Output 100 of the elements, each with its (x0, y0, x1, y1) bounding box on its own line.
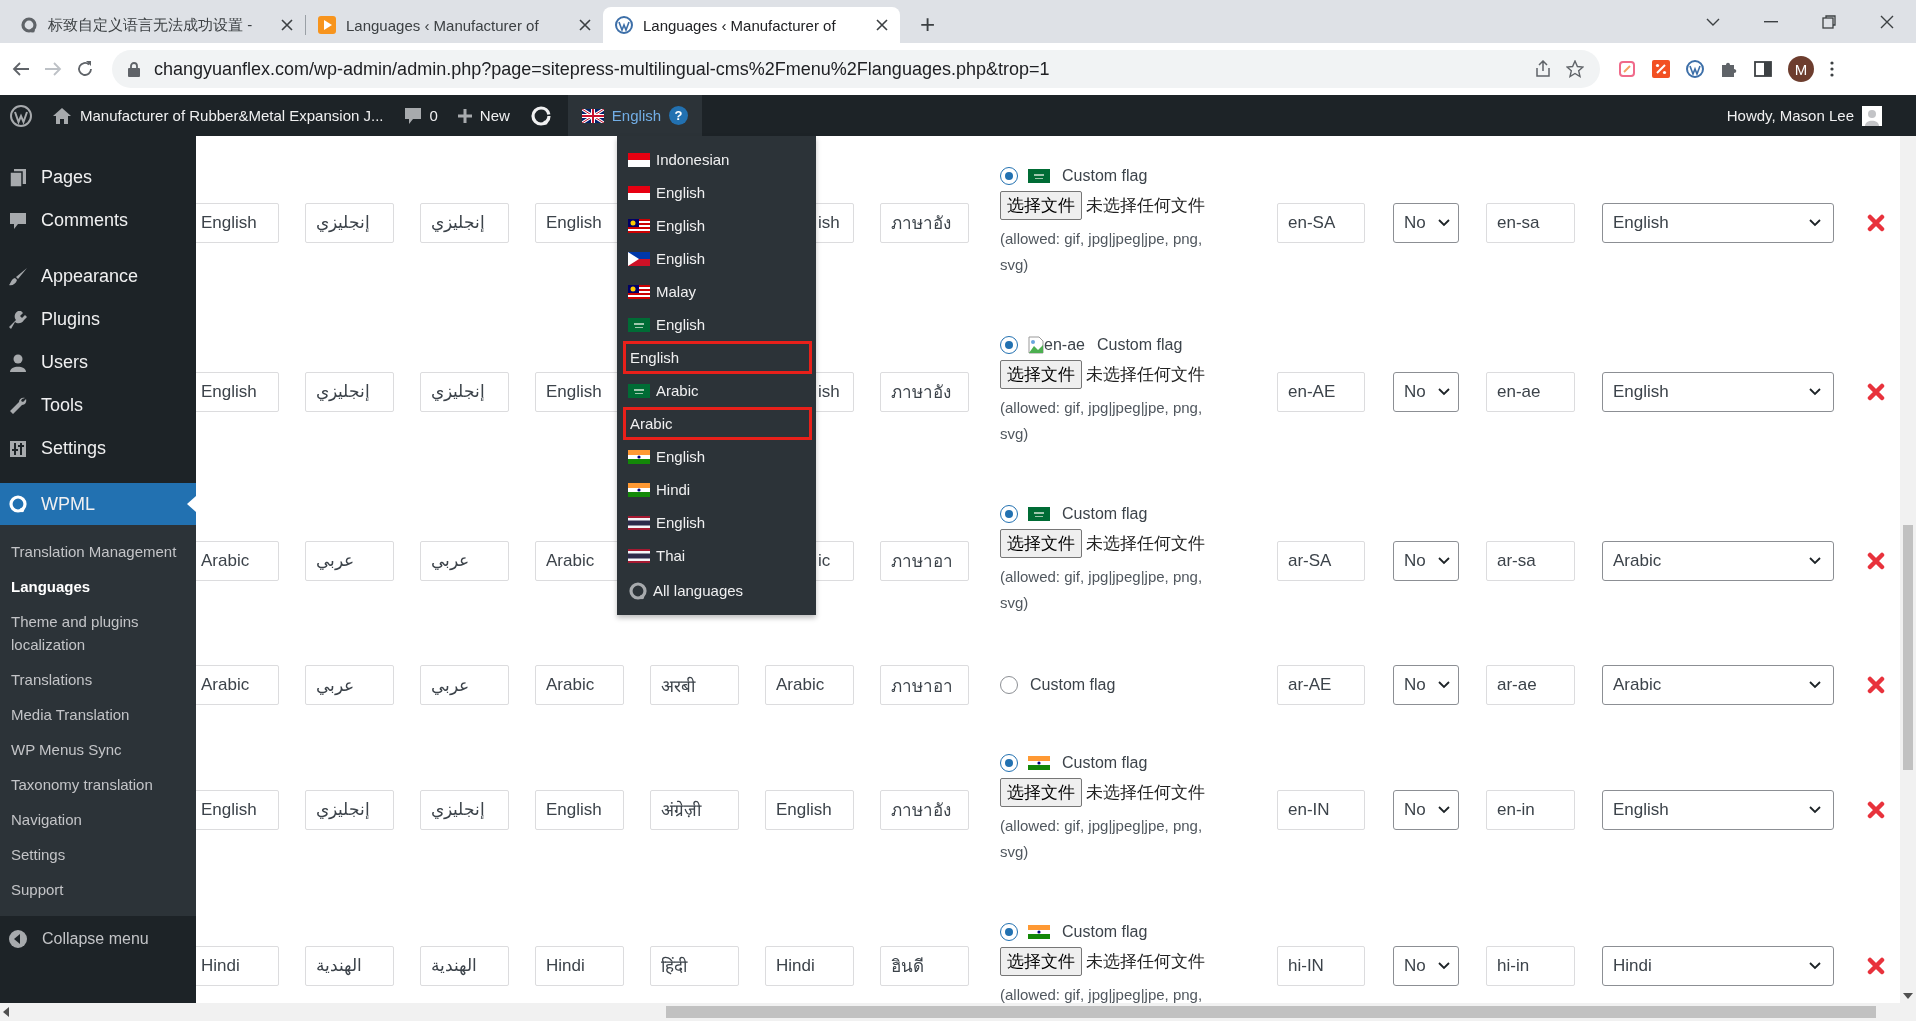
avatar-icon[interactable] (1862, 105, 1882, 126)
menu-item[interactable]: Settings (0, 427, 196, 470)
text-field[interactable]: إنجليزي (420, 789, 509, 830)
menu-item[interactable]: Tools (0, 384, 196, 427)
select-field[interactable]: No (1393, 371, 1459, 412)
text-field[interactable]: إنجليزي (305, 202, 394, 243)
text-field[interactable]: hi-in (1486, 945, 1575, 986)
delete-icon[interactable] (1867, 382, 1885, 401)
text-field[interactable]: Arabic (535, 665, 624, 705)
select-field[interactable]: Arabic (1602, 540, 1834, 581)
text-field[interactable]: عربي (305, 540, 394, 581)
text-field[interactable]: hi-IN (1277, 945, 1365, 986)
radio-button[interactable] (1000, 167, 1018, 185)
text-field[interactable]: ภาษาอา (880, 665, 969, 705)
choose-file-button[interactable]: 选择文件 (1000, 947, 1082, 976)
site-logo-icon[interactable] (10, 104, 32, 127)
submenu-item[interactable]: Languages (0, 569, 196, 604)
select-field[interactable]: No (1393, 945, 1459, 986)
home-icon[interactable] (52, 106, 72, 125)
radio-button[interactable] (1000, 336, 1018, 354)
choose-file-button[interactable]: 选择文件 (1000, 529, 1082, 558)
menu-item[interactable]: Users (0, 341, 196, 384)
vertical-scrollbar[interactable] (1900, 136, 1916, 1003)
language-menu-item[interactable]: English (617, 506, 816, 539)
language-menu-item[interactable]: English (617, 242, 816, 275)
text-field[interactable]: English (196, 202, 279, 243)
text-field[interactable]: عربي (420, 665, 509, 705)
plus-icon[interactable] (457, 108, 472, 123)
text-field[interactable]: إنجليزي (420, 202, 509, 243)
text-field[interactable]: عربي (305, 665, 394, 705)
site-logo-icon[interactable] (1686, 60, 1704, 78)
submenu-item[interactable]: Theme and plugins localization (0, 604, 196, 662)
text-field[interactable]: Hindi (535, 945, 624, 986)
text-field[interactable]: إنجليزي (305, 789, 394, 830)
select-field[interactable]: English (1602, 371, 1834, 412)
menu-item[interactable]: Comments (0, 199, 196, 242)
text-field[interactable]: ภาษาอัง (880, 789, 969, 830)
text-field[interactable]: en-ae (1486, 371, 1575, 412)
text-field[interactable]: ภาษาอัง (880, 371, 969, 412)
text-field[interactable]: en-in (1486, 789, 1575, 830)
submenu-item[interactable]: Translations (0, 662, 196, 697)
text-field[interactable]: English (765, 789, 854, 830)
text-field[interactable]: en-AE (1277, 371, 1365, 412)
select-field[interactable]: Arabic (1602, 665, 1834, 705)
restore-icon[interactable] (1822, 14, 1836, 29)
delete-icon[interactable] (1867, 800, 1885, 819)
speech-bubble-icon[interactable] (403, 106, 422, 125)
radio-button[interactable] (1000, 754, 1018, 772)
select-field[interactable]: No (1393, 202, 1459, 243)
radio-button[interactable] (1000, 676, 1018, 694)
text-field[interactable]: अंग्रेज़ी (650, 789, 739, 830)
chevron-down-icon[interactable] (1706, 16, 1720, 27)
close-icon[interactable] (876, 19, 888, 31)
menu-item[interactable]: Pages (0, 156, 196, 199)
language-menu-item[interactable]: Malay (617, 275, 816, 308)
text-field[interactable]: ar-SA (1277, 540, 1365, 581)
menu-item[interactable]: Appearance (0, 255, 196, 298)
text-field[interactable]: Arabic (196, 665, 279, 705)
menu-item[interactable]: Plugins (0, 298, 196, 341)
select-field[interactable]: No (1393, 665, 1459, 705)
scrollbar-thumb[interactable] (666, 1006, 1876, 1018)
text-field[interactable]: إنجليزي (305, 371, 394, 412)
choose-file-button[interactable]: 选择文件 (1000, 360, 1082, 389)
submenu-item[interactable]: Settings (0, 837, 196, 872)
percent-extension-icon[interactable] (1652, 60, 1670, 78)
close-icon[interactable] (1880, 14, 1894, 29)
submenu-item[interactable]: Media Translation (0, 697, 196, 732)
text-field[interactable]: en-IN (1277, 789, 1365, 830)
profile-avatar[interactable]: M (1788, 56, 1814, 82)
submenu-item[interactable]: Taxonomy translation (0, 767, 196, 802)
new-link[interactable]: New (479, 107, 510, 124)
menu-item[interactable]: WPML (0, 483, 196, 525)
text-field[interactable]: الهندية (305, 945, 394, 986)
radio-button[interactable] (1000, 923, 1018, 941)
submenu-item[interactable]: Translation Management (0, 534, 196, 569)
side-panel-icon[interactable] (1754, 60, 1772, 78)
choose-file-button[interactable]: 选择文件 (1000, 778, 1082, 807)
language-menu-item[interactable]: English (623, 341, 812, 374)
square-extension-icon[interactable] (1618, 60, 1636, 78)
text-field[interactable]: English (196, 789, 279, 830)
select-field[interactable]: No (1393, 789, 1459, 830)
new-tab-button[interactable]: + (914, 9, 942, 39)
site-title-link[interactable]: Manufacturer of Rubber&Metal Expansion J... (80, 107, 384, 124)
minimize-icon[interactable] (1764, 20, 1778, 23)
select-field[interactable]: English (1602, 789, 1834, 830)
horizontal-scrollbar[interactable] (0, 1003, 1916, 1021)
text-field[interactable]: ภาษาอา (880, 540, 969, 581)
language-switcher[interactable]: English ? (567, 95, 703, 136)
text-field[interactable]: ar-ae (1486, 665, 1575, 705)
text-field[interactable]: Hindi (765, 945, 854, 986)
text-field[interactable]: Arabic (196, 540, 279, 581)
delete-icon[interactable] (1867, 213, 1885, 232)
browser-tab[interactable]: Languages ‹ Manufacturer of (306, 7, 603, 43)
help-badge[interactable]: ? (669, 106, 689, 125)
browser-tab[interactable]: 标致自定义语言无法成功设置 - (8, 7, 305, 43)
select-field[interactable]: English (1602, 202, 1834, 243)
select-field[interactable]: Hindi (1602, 945, 1834, 986)
more-icon[interactable] (1830, 61, 1834, 77)
text-field[interactable]: en-SA (1277, 202, 1365, 243)
share-icon[interactable] (1534, 60, 1552, 78)
